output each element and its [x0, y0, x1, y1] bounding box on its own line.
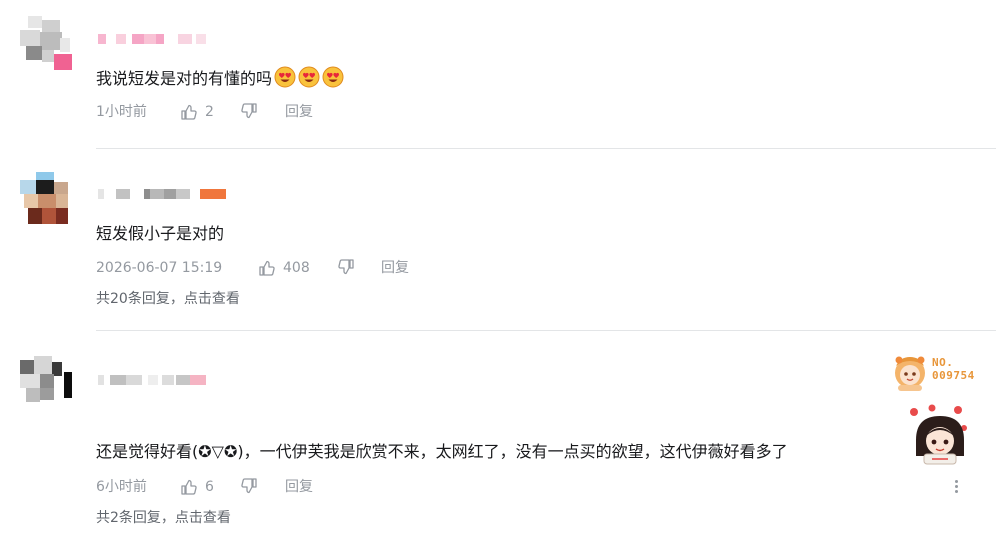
- comment-meta: 1小时前 2 回复: [96, 102, 496, 122]
- avatar[interactable]: [20, 172, 72, 224]
- comment-meta: 6小时前 6 回复: [96, 477, 496, 497]
- thumb-down-icon: [241, 478, 257, 494]
- anime-avatar-badge-icon: [895, 356, 925, 391]
- timestamp: 6小时前: [96, 479, 147, 495]
- anime-girl-decoration-icon: [910, 404, 967, 465]
- thumb-up-icon: [181, 479, 197, 495]
- username-blurred[interactable]: [96, 34, 216, 44]
- timestamp: 2026-06-07 15:19: [96, 260, 223, 276]
- like-count: 2: [205, 104, 214, 120]
- reply-button[interactable]: 回复: [285, 477, 313, 497]
- dislike-button[interactable]: [240, 477, 258, 495]
- more-icon[interactable]: [950, 478, 962, 496]
- view-replies-link[interactable]: 共2条回复，点击查看: [96, 508, 231, 528]
- divider: [96, 148, 996, 149]
- fan-badge-number: NO. 009754: [932, 356, 975, 382]
- dislike-button[interactable]: [337, 258, 355, 276]
- dislike-button[interactable]: [240, 102, 258, 120]
- like-count: 408: [283, 260, 310, 276]
- avatar[interactable]: [20, 16, 72, 70]
- like-button[interactable]: 6: [180, 477, 214, 497]
- comment-text: 短发假小子是对的: [96, 224, 225, 243]
- comment-text: 我说短发是对的有懂的吗: [96, 66, 344, 90]
- timestamp: 1小时前: [96, 104, 147, 120]
- username-blurred[interactable]: [96, 189, 236, 199]
- thumb-up-icon: [181, 104, 197, 120]
- fan-badge: NO. 009754: [890, 352, 990, 392]
- heart-eyes-emoji: [322, 66, 344, 88]
- reply-button[interactable]: 回复: [285, 102, 313, 122]
- view-replies-link[interactable]: 共20条回复，点击查看: [96, 289, 240, 309]
- thumb-down-icon: [241, 103, 257, 119]
- comment-meta: 2026-06-07 15:19 408 回复: [96, 258, 496, 278]
- divider: [96, 330, 996, 331]
- like-button[interactable]: 2: [180, 102, 214, 122]
- reply-button[interactable]: 回复: [381, 258, 409, 278]
- avatar[interactable]: [20, 356, 72, 408]
- thumb-down-icon: [338, 259, 354, 275]
- comment-text: 还是觉得好看(✪▽✪)，一代伊芙我是欣赏不来，太网红了，没有一点买的欲望，这代伊…: [96, 442, 788, 461]
- thumb-up-icon: [259, 260, 275, 276]
- heart-eyes-emoji: [298, 66, 320, 88]
- heart-eyes-emoji: [274, 66, 296, 88]
- like-count: 6: [205, 479, 214, 495]
- like-button[interactable]: 408: [258, 258, 310, 278]
- username-blurred[interactable]: [96, 375, 216, 385]
